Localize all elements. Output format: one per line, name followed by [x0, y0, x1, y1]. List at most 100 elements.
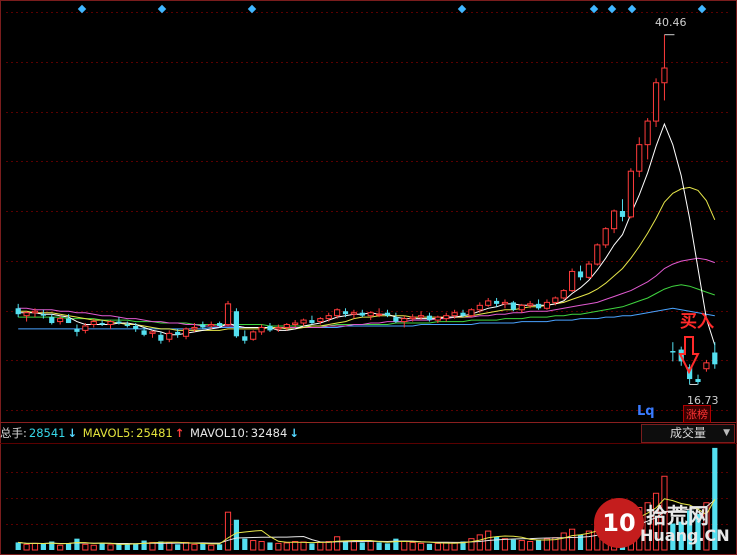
candle-body — [208, 324, 215, 327]
volume-bar — [267, 542, 273, 550]
candle-body — [552, 297, 559, 303]
candle-body — [224, 303, 232, 326]
candle-body — [460, 312, 466, 316]
volume-mode-select[interactable]: 成交量 ▼ — [641, 424, 735, 443]
candle-body — [384, 312, 391, 316]
event-marker-icon — [157, 4, 167, 14]
candle-body — [409, 316, 416, 320]
candle-body — [367, 312, 374, 317]
volume-bar — [250, 540, 257, 551]
candle-body — [401, 318, 408, 323]
candle-body — [493, 300, 500, 304]
candle-body — [375, 313, 383, 316]
candle-body — [158, 334, 164, 341]
volume-bar — [417, 542, 425, 551]
volume-bar — [434, 542, 441, 551]
candle-body — [233, 311, 240, 337]
volume-bar — [242, 538, 248, 550]
watermark-logo: 10 — [594, 498, 644, 548]
total-volume-label: 总手: — [0, 426, 27, 440]
candle-body — [468, 309, 475, 317]
candle-body — [510, 302, 516, 310]
candle-body — [107, 321, 114, 326]
watermark: 10 拾荒网 Huang.CN — [594, 498, 734, 550]
candle-body — [300, 319, 307, 324]
volume-bar — [74, 538, 80, 550]
volume-bar — [233, 519, 240, 550]
candle-body — [31, 310, 39, 314]
event-marker-icon — [589, 4, 599, 14]
candle-body — [141, 330, 147, 335]
total-volume-value: 28541 — [28, 426, 66, 440]
watermark-en-text: Huang.CN — [640, 526, 730, 545]
candle-body — [40, 314, 46, 316]
candle-body — [602, 228, 609, 246]
volume-bar — [560, 532, 567, 551]
volume-bar — [224, 511, 232, 551]
candle-body — [15, 308, 21, 315]
volume-bar — [141, 540, 147, 550]
event-marker-icon — [247, 4, 257, 14]
volume-bar — [309, 543, 315, 550]
candle-body — [585, 263, 593, 278]
candle-body — [99, 323, 105, 325]
candle-body — [535, 303, 542, 309]
chart-canvas — [0, 0, 737, 555]
candle-body — [292, 322, 299, 326]
volume-bar — [501, 538, 509, 551]
event-marker-icon — [627, 4, 637, 14]
volume-mode-value: 成交量 — [669, 426, 706, 440]
candle-body — [527, 303, 534, 306]
volume-bar — [451, 542, 458, 551]
candle-body — [217, 323, 223, 326]
volume-bar — [175, 544, 181, 550]
candle-body — [485, 300, 492, 306]
volume-bar — [367, 540, 374, 551]
volume-bar — [82, 543, 89, 551]
candle-body — [258, 326, 265, 333]
candle-body — [703, 362, 710, 370]
volume-bar — [23, 543, 30, 551]
candle-body — [82, 325, 89, 331]
candle-body — [543, 301, 551, 309]
candle-body — [426, 315, 433, 321]
candle-body — [417, 315, 425, 318]
volume-bar — [535, 539, 542, 550]
candle-body — [627, 170, 634, 218]
candle-body — [283, 324, 290, 328]
volume-bar — [401, 540, 408, 551]
candle-body — [57, 318, 64, 323]
volume-bar — [275, 542, 282, 551]
candle-body — [451, 312, 458, 317]
volume-bar — [166, 542, 173, 551]
candle-body — [518, 304, 525, 311]
candle-body — [610, 210, 618, 230]
candle-body — [23, 312, 30, 317]
volume-bar — [493, 536, 500, 550]
volume-bar — [317, 541, 324, 551]
candle-body — [359, 312, 365, 316]
event-marker-icon — [607, 4, 617, 14]
candle-body — [275, 326, 282, 330]
candle-body — [325, 315, 332, 320]
volume-bar — [208, 544, 215, 551]
volume-bar — [283, 542, 290, 551]
candle-body — [267, 325, 273, 331]
volume-indicator-header: 总手: 28541 ↓ MAVOL5: 25481 ↑ MAVOL10: 32484 ↓ — [0, 424, 737, 442]
volume-bar — [57, 544, 64, 551]
arrow-up-icon: ↑ — [174, 426, 185, 440]
candle-body — [644, 120, 651, 146]
volume-bar — [376, 542, 382, 550]
volume-bar — [258, 540, 265, 551]
candle-body — [594, 244, 601, 265]
volume-bar — [409, 541, 416, 551]
ma30-line — [18, 284, 715, 327]
candle-body — [661, 67, 668, 84]
candle-body — [65, 318, 72, 324]
volume-bar — [569, 528, 576, 551]
candle-body — [200, 324, 206, 328]
candle-body — [149, 331, 156, 334]
candle-body — [182, 328, 190, 337]
mavol10-value: 32484 — [250, 426, 288, 440]
candle-body — [49, 317, 55, 324]
